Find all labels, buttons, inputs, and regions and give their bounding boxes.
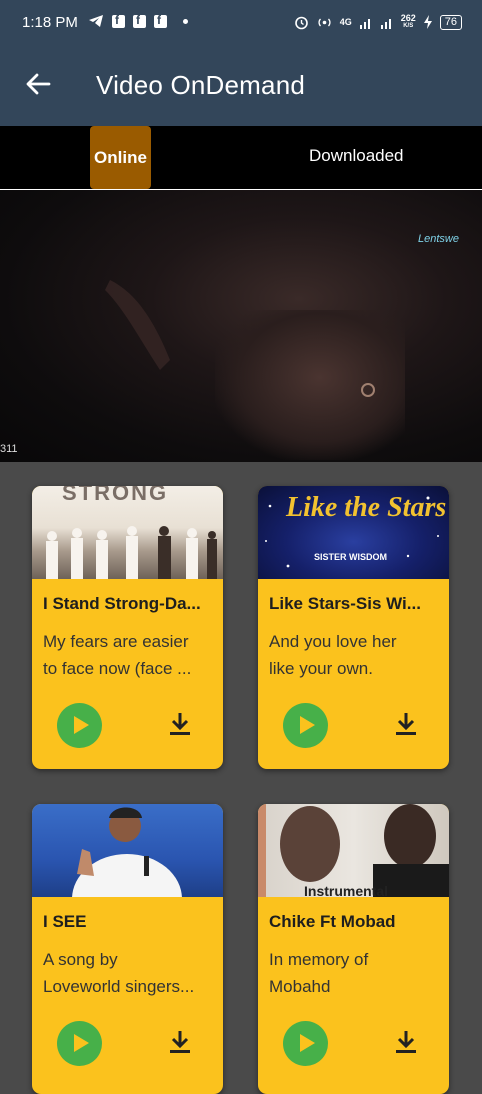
play-button[interactable] (57, 703, 102, 748)
system-icons: 4G 262 K/S 76 (294, 14, 462, 30)
download-icon[interactable] (169, 1029, 191, 1055)
card-description-line: A song by (43, 950, 118, 969)
card-description: My fears are easier to face now (face ..… (43, 628, 215, 682)
card-description-line: like your own. (269, 659, 373, 678)
facebook-icon (133, 13, 146, 28)
tab-online[interactable]: Online (90, 126, 151, 189)
status-bar: 1:18 PM 4G 262 K/S 76 (0, 0, 482, 48)
card-description: A song by Loveworld singers... (43, 946, 215, 1000)
network-speed-unit: K/S (403, 23, 414, 29)
thumbnail-stars (265, 496, 439, 568)
card-description: And you love her like your own. (269, 628, 441, 682)
status-time: 1:18 PM (22, 14, 78, 31)
card-description-line: to face now (face ... (43, 659, 192, 678)
video-counter: 311 (0, 443, 18, 455)
signal-icon (359, 18, 370, 29)
back-arrow-icon[interactable] (24, 70, 52, 98)
notification-icons (88, 13, 188, 28)
video-logo: Lentswe (418, 233, 459, 245)
card-title: Like Stars-Sis Wi... (269, 594, 421, 613)
card-description-line: In memory of (269, 950, 369, 969)
download-icon[interactable] (169, 711, 191, 737)
card-title: I SEE (43, 912, 87, 931)
hotspot-icon (318, 18, 331, 26)
alarm-icon (294, 16, 308, 29)
more-notifications-icon (183, 18, 188, 24)
card-description: In memory of Mobahd (269, 946, 441, 1000)
video-card[interactable]: Like the Stars SISTER WISDOM Like Stars-… (258, 486, 449, 769)
thumbnail-text: Instrumental (304, 883, 389, 897)
play-button[interactable] (283, 1021, 328, 1066)
facebook-icon (112, 13, 125, 28)
video-frame-hand (105, 280, 170, 370)
card-description-line: And you love her (269, 632, 397, 651)
card-description-line: My fears are easier (43, 632, 189, 651)
page-title: Video OnDemand (96, 70, 306, 100)
charging-icon (423, 15, 432, 29)
video-thumbnail[interactable]: STRONG (32, 486, 223, 579)
download-icon[interactable] (395, 711, 417, 737)
video-card[interactable]: Instrumental Chike Ft Mobad In memory of… (258, 804, 449, 1094)
video-thumbnail[interactable]: Like the Stars SISTER WISDOM (258, 486, 449, 579)
network-type-label: 4G (339, 17, 352, 27)
video-card[interactable]: I SEE A song by Loveworld singers... (32, 804, 223, 1094)
video-player[interactable]: Lentswe 311 (0, 190, 482, 462)
tab-bar: Online Downloaded (0, 126, 482, 190)
card-description-line: Mobahd (269, 977, 331, 996)
download-icon[interactable] (395, 1029, 417, 1055)
tab-downloaded[interactable]: Downloaded (309, 146, 404, 166)
signal-icon (380, 18, 391, 29)
thumbnail-speaker (72, 807, 182, 897)
card-title: Chike Ft Mobad (269, 912, 396, 931)
card-title: I Stand Strong-Da... (43, 594, 201, 613)
network-speed: 262 K/S (401, 14, 416, 30)
video-thumbnail[interactable] (32, 804, 223, 897)
facebook-icon (154, 13, 167, 28)
video-card[interactable]: STRONG I Stand Strong-Da... My fears are… (32, 486, 223, 769)
battery-icon: 76 (439, 14, 462, 30)
video-thumbnail[interactable]: Instrumental (258, 804, 449, 897)
app-bar: Video OnDemand (0, 48, 482, 126)
thumbnail-figures (46, 526, 217, 579)
card-description-line: Loveworld singers... (43, 977, 195, 996)
telegram-icon (89, 15, 103, 27)
thumbnail-text: STRONG (62, 486, 169, 505)
play-button[interactable] (283, 703, 328, 748)
play-button[interactable] (57, 1021, 102, 1066)
network-speed-value: 262 (400, 13, 416, 23)
video-frame-earring (361, 383, 375, 397)
